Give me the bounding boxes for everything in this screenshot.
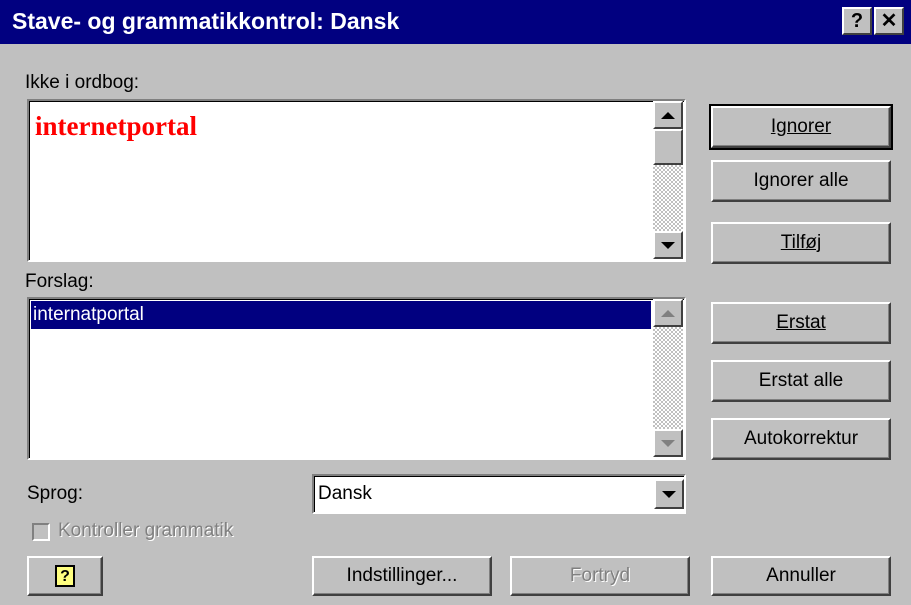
scroll-thumb[interactable] bbox=[653, 129, 683, 165]
replace-all-button[interactable]: Erstat alle bbox=[711, 360, 891, 402]
suggestions-scrollbar[interactable] bbox=[653, 299, 683, 457]
suggestions-list[interactable]: internatportal bbox=[27, 297, 686, 460]
language-label: Sprog: bbox=[27, 483, 83, 504]
scroll-up-icon[interactable] bbox=[653, 299, 683, 327]
ignore-all-button-label: Ignorer alle bbox=[753, 170, 849, 191]
language-value: Dansk bbox=[318, 483, 372, 504]
add-button[interactable]: Tilføj bbox=[711, 222, 891, 264]
assistant-help-button[interactable]: ? bbox=[27, 556, 103, 596]
arrow-up-icon bbox=[661, 111, 675, 119]
cancel-button[interactable]: Annuller bbox=[711, 556, 891, 596]
add-button-label: Tilføj bbox=[780, 232, 822, 253]
arrow-down-icon bbox=[661, 439, 675, 447]
close-icon[interactable]: ✕ bbox=[874, 7, 904, 35]
suggestion-item[interactable]: internatportal bbox=[31, 301, 651, 329]
help-icon[interactable]: ? bbox=[842, 7, 872, 35]
not-in-dictionary-scrollbar[interactable] bbox=[653, 101, 683, 259]
autocorrect-button[interactable]: Autokorrektur bbox=[711, 418, 891, 460]
ignore-button[interactable]: Ignorer bbox=[709, 104, 893, 150]
arrow-down-icon bbox=[662, 490, 676, 498]
title-bar[interactable]: Stave- og grammatikkontrol: Dansk ? ✕ bbox=[0, 0, 911, 44]
options-button[interactable]: Indstillinger... bbox=[312, 556, 492, 596]
assistant-help-icon: ? bbox=[55, 565, 75, 587]
undo-button-label: Fortryd bbox=[569, 565, 631, 586]
suggestions-label: Forslag: bbox=[25, 271, 94, 292]
scroll-down-icon[interactable] bbox=[653, 231, 683, 259]
replace-all-button-label: Erstat alle bbox=[758, 370, 844, 391]
window-title: Stave- og grammatikkontrol: Dansk bbox=[12, 8, 400, 34]
scroll-down-icon[interactable] bbox=[653, 429, 683, 457]
ignore-all-button[interactable]: Ignorer alle bbox=[711, 160, 891, 202]
arrow-up-icon bbox=[661, 309, 675, 317]
options-button-label: Indstillinger... bbox=[346, 565, 458, 586]
autocorrect-button-label: Autokorrektur bbox=[743, 428, 859, 449]
check-grammar-checkbox[interactable] bbox=[32, 523, 50, 541]
arrow-down-icon bbox=[661, 241, 675, 249]
not-in-dictionary-box[interactable]: internetportal bbox=[27, 99, 686, 262]
check-grammar-label: Kontroller grammatik bbox=[58, 520, 234, 541]
cancel-button-label: Annuller bbox=[766, 565, 836, 586]
ignore-button-label: Ignorer bbox=[770, 116, 832, 137]
replace-button[interactable]: Erstat bbox=[711, 302, 891, 344]
replace-button-label: Erstat bbox=[776, 312, 826, 333]
not-in-dictionary-label: Ikke i ordbog: bbox=[25, 72, 140, 93]
scroll-up-icon[interactable] bbox=[653, 101, 683, 129]
language-select[interactable]: Dansk bbox=[312, 474, 686, 514]
misspelled-word[interactable]: internetportal bbox=[35, 111, 197, 142]
dropdown-arrow-icon[interactable] bbox=[654, 479, 684, 509]
undo-button[interactable]: Fortryd bbox=[510, 556, 690, 596]
